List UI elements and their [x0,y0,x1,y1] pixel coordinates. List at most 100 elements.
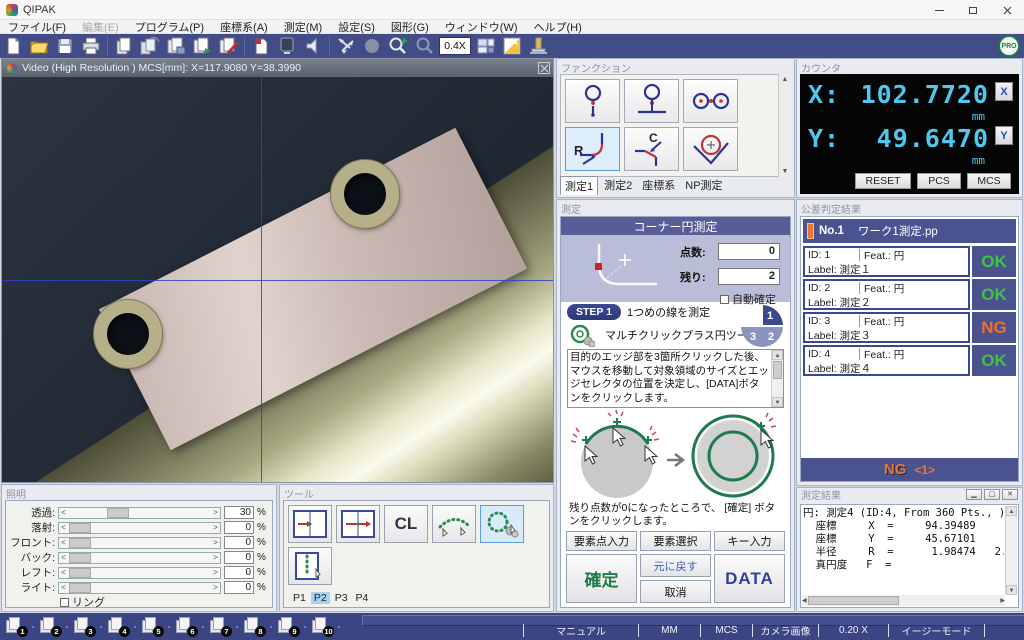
save-button[interactable] [52,35,78,57]
program-slot-10[interactable]: 10 [310,616,334,637]
program-slot-2[interactable]: 2 [38,616,62,637]
back-slider[interactable]: <> [58,552,221,564]
results-maximize-button[interactable]: ▢ [984,489,1000,500]
tool-page-p4[interactable]: P4 [353,592,372,604]
scroll-down-icon[interactable]: ▼ [782,168,789,175]
toka-slider[interactable]: <> [58,507,221,519]
program-slot-7[interactable]: 7 [208,616,232,637]
program-pages-button[interactable] [111,35,137,57]
scroll-right-icon[interactable]: ▶ [1000,597,1005,604]
slider-value-input[interactable]: 0 [224,566,254,579]
results-close-button[interactable]: ✕ [1002,489,1018,500]
camera-image-button[interactable] [499,35,525,57]
scroll-thumb[interactable] [808,596,899,605]
video-close-button[interactable] [538,62,550,74]
menu-settings[interactable]: 設定(S) [330,19,383,35]
reset-button[interactable]: RESET [855,173,911,189]
window-layout-button[interactable] [473,35,499,57]
menu-window[interactable]: ウィンドウ(W) [437,19,526,35]
cl-tool-button[interactable]: CL [384,505,428,543]
save-program-button[interactable] [163,35,189,57]
results-hscrollbar[interactable]: ◀▶ [802,595,1005,606]
menu-coordinate[interactable]: 座標系(A) [212,19,276,35]
new-part-button[interactable] [248,35,274,57]
speaker-button[interactable] [300,35,326,57]
tolerance-header[interactable]: No.1 ワーク1測定.pp [803,219,1016,243]
slider-value-input[interactable]: 0 [224,521,254,534]
slider-thumb[interactable] [69,553,91,563]
circle-circle-distance-button[interactable] [683,79,738,123]
results-vscrollbar[interactable]: ▲▼ [1005,506,1017,595]
scroll-up-icon[interactable]: ▲ [1006,506,1017,516]
slider-right-arrow[interactable]: > [211,508,220,518]
slider-left-arrow[interactable]: < [59,523,68,533]
edge-tool-button-2[interactable] [336,505,380,543]
corner-radius-measure-button[interactable]: R [565,127,620,171]
camera-live-view[interactable] [2,77,553,482]
print-button[interactable] [78,35,104,57]
lighting-button[interactable] [525,35,551,57]
program-slot-4[interactable]: 4 [106,616,130,637]
chamfer-measure-button[interactable]: C [624,127,679,171]
tolerance-row-4[interactable]: ID: 4Feat.: 円 Label: 測定４ OK [803,345,1016,376]
slider-value-input[interactable]: 0 [224,581,254,594]
menu-program[interactable]: プログラム(P) [127,19,212,35]
circle-point-distance-button[interactable] [565,79,620,123]
results-minimize-button[interactable]: ▁ [966,489,982,500]
zoom-out-button[interactable] [411,35,437,57]
new-file-button[interactable] [0,35,26,57]
slider-thumb[interactable] [69,538,91,548]
maximize-button[interactable] [956,0,990,20]
rakusha-slider[interactable]: <> [58,522,221,534]
menu-measure[interactable]: 測定(M) [276,19,331,35]
element-point-input-button[interactable]: 要素点入力 [566,531,637,551]
instruction-scrollbar[interactable]: ▲▼ [771,350,783,407]
slider-left-arrow[interactable]: < [59,538,68,548]
slider-left-arrow[interactable]: < [59,568,68,578]
program-slot-1[interactable]: 1 [4,616,28,637]
right-slider[interactable]: <> [58,582,221,594]
left-slider[interactable]: <> [58,567,221,579]
run-program-button[interactable] [189,35,215,57]
slider-value-input[interactable]: 30 [224,506,254,519]
copy-program-button[interactable] [137,35,163,57]
slider-right-arrow[interactable]: > [211,538,220,548]
circle-button[interactable] [359,35,385,57]
slider-right-arrow[interactable]: > [211,568,220,578]
axes-button[interactable] [333,35,359,57]
tool-page-p2[interactable]: P2 [311,592,330,604]
slider-thumb[interactable] [107,508,129,518]
video-titlebar[interactable]: Video (High Resolution ) MCS[mm]: X=117.… [2,59,553,77]
slider-left-arrow[interactable]: < [59,508,68,518]
slider-thumb[interactable] [69,568,91,578]
edit-program-button[interactable] [215,35,241,57]
slider-right-arrow[interactable]: > [211,553,220,563]
menu-help[interactable]: ヘルプ(H) [526,19,590,35]
tolerance-row-3[interactable]: ID: 3Feat.: 円 Label: 測定３ NG [803,312,1016,343]
scroll-down-icon[interactable]: ▼ [772,397,783,407]
slider-left-arrow[interactable]: < [59,553,68,563]
slider-thumb[interactable] [69,583,91,593]
key-input-button[interactable]: キー入力 [714,531,785,551]
pcs-button[interactable]: PCS [917,173,961,189]
slider-right-arrow[interactable]: > [211,583,220,593]
program-slot-5[interactable]: 5 [140,616,164,637]
program-slot-6[interactable]: 6 [174,616,198,637]
arc-multiclick-tool-button[interactable] [432,505,476,543]
data-button[interactable]: DATA [714,554,785,603]
tab-np-measure[interactable]: NP測定 [681,176,726,195]
element-select-button[interactable]: 要素選択 [640,531,711,551]
slider-value-input[interactable]: 0 [224,551,254,564]
slider-thumb[interactable] [69,523,91,533]
slider-right-arrow[interactable]: > [211,523,220,533]
tool-page-p3[interactable]: P3 [332,592,351,604]
scroll-down-icon[interactable]: ▼ [1006,585,1017,595]
tolerance-row-1[interactable]: ID: 1Feat.: 円 Label: 測定１ OK [803,246,1016,277]
mcs-button[interactable]: MCS [967,173,1011,189]
cancel-button[interactable]: 取消 [640,580,711,603]
x-axis-button[interactable]: X [995,82,1013,101]
undo-button[interactable]: 元に戻す [640,554,711,577]
scroll-up-icon[interactable]: ▲ [772,350,783,360]
minimize-button[interactable] [922,0,956,20]
program-slot-9[interactable]: 9 [276,616,300,637]
